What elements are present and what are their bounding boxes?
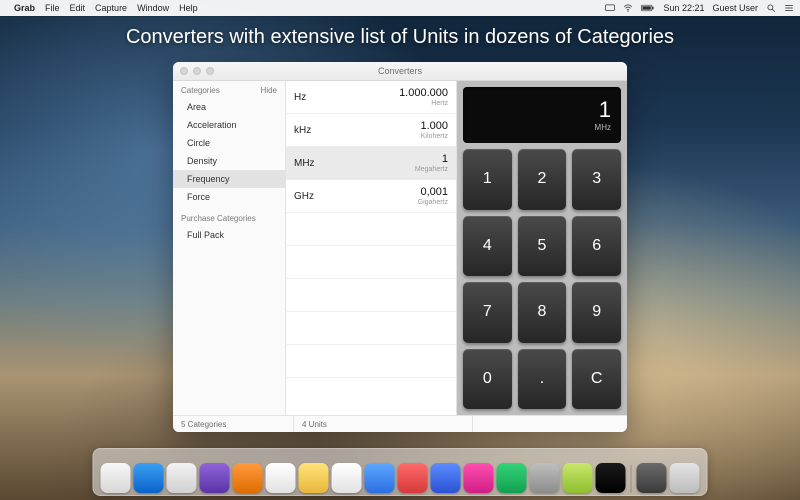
unit-abbr: kHz bbox=[294, 125, 311, 136]
menubar-clock[interactable]: Sun 22:21 bbox=[663, 3, 704, 13]
converters-window: Converters Categories Hide Area Accelera… bbox=[173, 62, 627, 432]
dock-app-14[interactable] bbox=[563, 463, 593, 493]
unit-row-empty bbox=[286, 345, 456, 378]
sidebar-item-full-pack[interactable]: Full Pack bbox=[173, 226, 285, 244]
sidebar-hide-button[interactable]: Hide bbox=[261, 86, 277, 95]
menubar: Grab File Edit Capture Window Help Sun 2… bbox=[0, 0, 800, 16]
sidebar-item-density[interactable]: Density bbox=[173, 152, 285, 170]
status-categories-count: 5 Categories bbox=[173, 416, 294, 432]
display-value: 1 bbox=[599, 99, 611, 121]
dock-app-17[interactable] bbox=[670, 463, 700, 493]
sidebar-item-area[interactable]: Area bbox=[173, 98, 285, 116]
key-2[interactable]: 2 bbox=[518, 149, 567, 210]
key-3[interactable]: 3 bbox=[572, 149, 621, 210]
menubar-item-window[interactable]: Window bbox=[137, 3, 169, 13]
unit-name: Megahertz bbox=[415, 166, 448, 173]
unit-abbr: MHz bbox=[294, 158, 315, 169]
sidebar-item-force[interactable]: Force bbox=[173, 188, 285, 206]
unit-row-empty bbox=[286, 213, 456, 246]
battery-icon[interactable] bbox=[641, 3, 655, 13]
desktop: Grab File Edit Capture Window Help Sun 2… bbox=[0, 0, 800, 500]
unit-row-mhz[interactable]: MHz 1 Megahertz bbox=[286, 147, 456, 180]
sidebar-item-circle[interactable]: Circle bbox=[173, 134, 285, 152]
dock-app-7[interactable] bbox=[332, 463, 362, 493]
key-4[interactable]: 4 bbox=[463, 216, 512, 277]
unit-name: Gigahertz bbox=[418, 199, 448, 206]
dock-app-8[interactable] bbox=[365, 463, 395, 493]
key-7[interactable]: 7 bbox=[463, 282, 512, 343]
key-5[interactable]: 5 bbox=[518, 216, 567, 277]
promo-headline: Converters with extensive list of Units … bbox=[0, 26, 800, 49]
unit-name: Hertz bbox=[431, 100, 448, 107]
menubar-item-edit[interactable]: Edit bbox=[70, 3, 86, 13]
dock-app-15[interactable] bbox=[596, 463, 626, 493]
screen-icon[interactable] bbox=[605, 3, 615, 13]
unit-value: 0,001 bbox=[420, 187, 448, 198]
unit-abbr: GHz bbox=[294, 191, 314, 202]
categories-sidebar: Categories Hide Area Acceleration Circle… bbox=[173, 81, 286, 415]
unit-value: 1 bbox=[442, 154, 448, 165]
menubar-item-file[interactable]: File bbox=[45, 3, 60, 13]
unit-value: 1.000 bbox=[420, 121, 448, 132]
key-0[interactable]: 0 bbox=[463, 349, 512, 410]
dock-app-13[interactable] bbox=[530, 463, 560, 493]
dock-app-6[interactable] bbox=[299, 463, 329, 493]
dock-app-12[interactable] bbox=[497, 463, 527, 493]
unit-row-empty bbox=[286, 279, 456, 312]
dock-app-9[interactable] bbox=[398, 463, 428, 493]
unit-row-ghz[interactable]: GHz 0,001 Gigahertz bbox=[286, 180, 456, 213]
dock-app-10[interactable] bbox=[431, 463, 461, 493]
window-statusbar: 5 Categories 4 Units bbox=[173, 415, 627, 432]
unit-row-empty bbox=[286, 312, 456, 345]
display-unit: MHz bbox=[595, 123, 611, 132]
spotlight-icon[interactable] bbox=[766, 3, 776, 13]
key-clear[interactable]: C bbox=[572, 349, 621, 410]
menu-extra-icon[interactable] bbox=[784, 3, 794, 13]
unit-abbr: Hz bbox=[294, 92, 306, 103]
key-1[interactable]: 1 bbox=[463, 149, 512, 210]
dock bbox=[93, 448, 708, 496]
dock-app-4[interactable] bbox=[233, 463, 263, 493]
key-8[interactable]: 8 bbox=[518, 282, 567, 343]
dock-app-0[interactable] bbox=[101, 463, 131, 493]
menubar-item-capture[interactable]: Capture bbox=[95, 3, 127, 13]
menubar-app-name[interactable]: Grab bbox=[14, 3, 35, 13]
unit-row-empty bbox=[286, 378, 456, 410]
sidebar-item-acceleration[interactable]: Acceleration bbox=[173, 116, 285, 134]
key-9[interactable]: 9 bbox=[572, 282, 621, 343]
unit-value: 1.000.000 bbox=[399, 88, 448, 99]
calculator-panel: 1 MHz 1 2 3 4 5 6 7 8 9 0 . C bbox=[457, 81, 627, 415]
calculator-display: 1 MHz bbox=[463, 87, 621, 143]
dock-app-3[interactable] bbox=[200, 463, 230, 493]
menubar-user[interactable]: Guest User bbox=[712, 3, 758, 13]
window-title: Converters bbox=[173, 66, 627, 76]
dock-app-5[interactable] bbox=[266, 463, 296, 493]
sidebar-item-frequency[interactable]: Frequency bbox=[173, 170, 285, 188]
key-6[interactable]: 6 bbox=[572, 216, 621, 277]
dock-app-2[interactable] bbox=[167, 463, 197, 493]
dock-separator bbox=[631, 465, 632, 493]
menubar-item-help[interactable]: Help bbox=[179, 3, 198, 13]
keypad: 1 2 3 4 5 6 7 8 9 0 . C bbox=[463, 149, 621, 409]
dock-app-1[interactable] bbox=[134, 463, 164, 493]
sidebar-header-categories: Categories bbox=[181, 86, 220, 95]
units-list: Hz 1.000.000 Hertz kHz 1.000 Kilohertz M… bbox=[286, 81, 457, 415]
sidebar-header-purchase: Purchase Categories bbox=[173, 206, 285, 226]
unit-row-hz[interactable]: Hz 1.000.000 Hertz bbox=[286, 81, 456, 114]
wifi-icon[interactable] bbox=[623, 3, 633, 13]
status-units-count: 4 Units bbox=[294, 416, 473, 432]
window-titlebar[interactable]: Converters bbox=[173, 62, 627, 81]
unit-name: Kilohertz bbox=[421, 133, 448, 140]
dock-app-11[interactable] bbox=[464, 463, 494, 493]
key-decimal[interactable]: . bbox=[518, 349, 567, 410]
dock-app-16[interactable] bbox=[637, 463, 667, 493]
unit-row-empty bbox=[286, 246, 456, 279]
unit-row-khz[interactable]: kHz 1.000 Kilohertz bbox=[286, 114, 456, 147]
